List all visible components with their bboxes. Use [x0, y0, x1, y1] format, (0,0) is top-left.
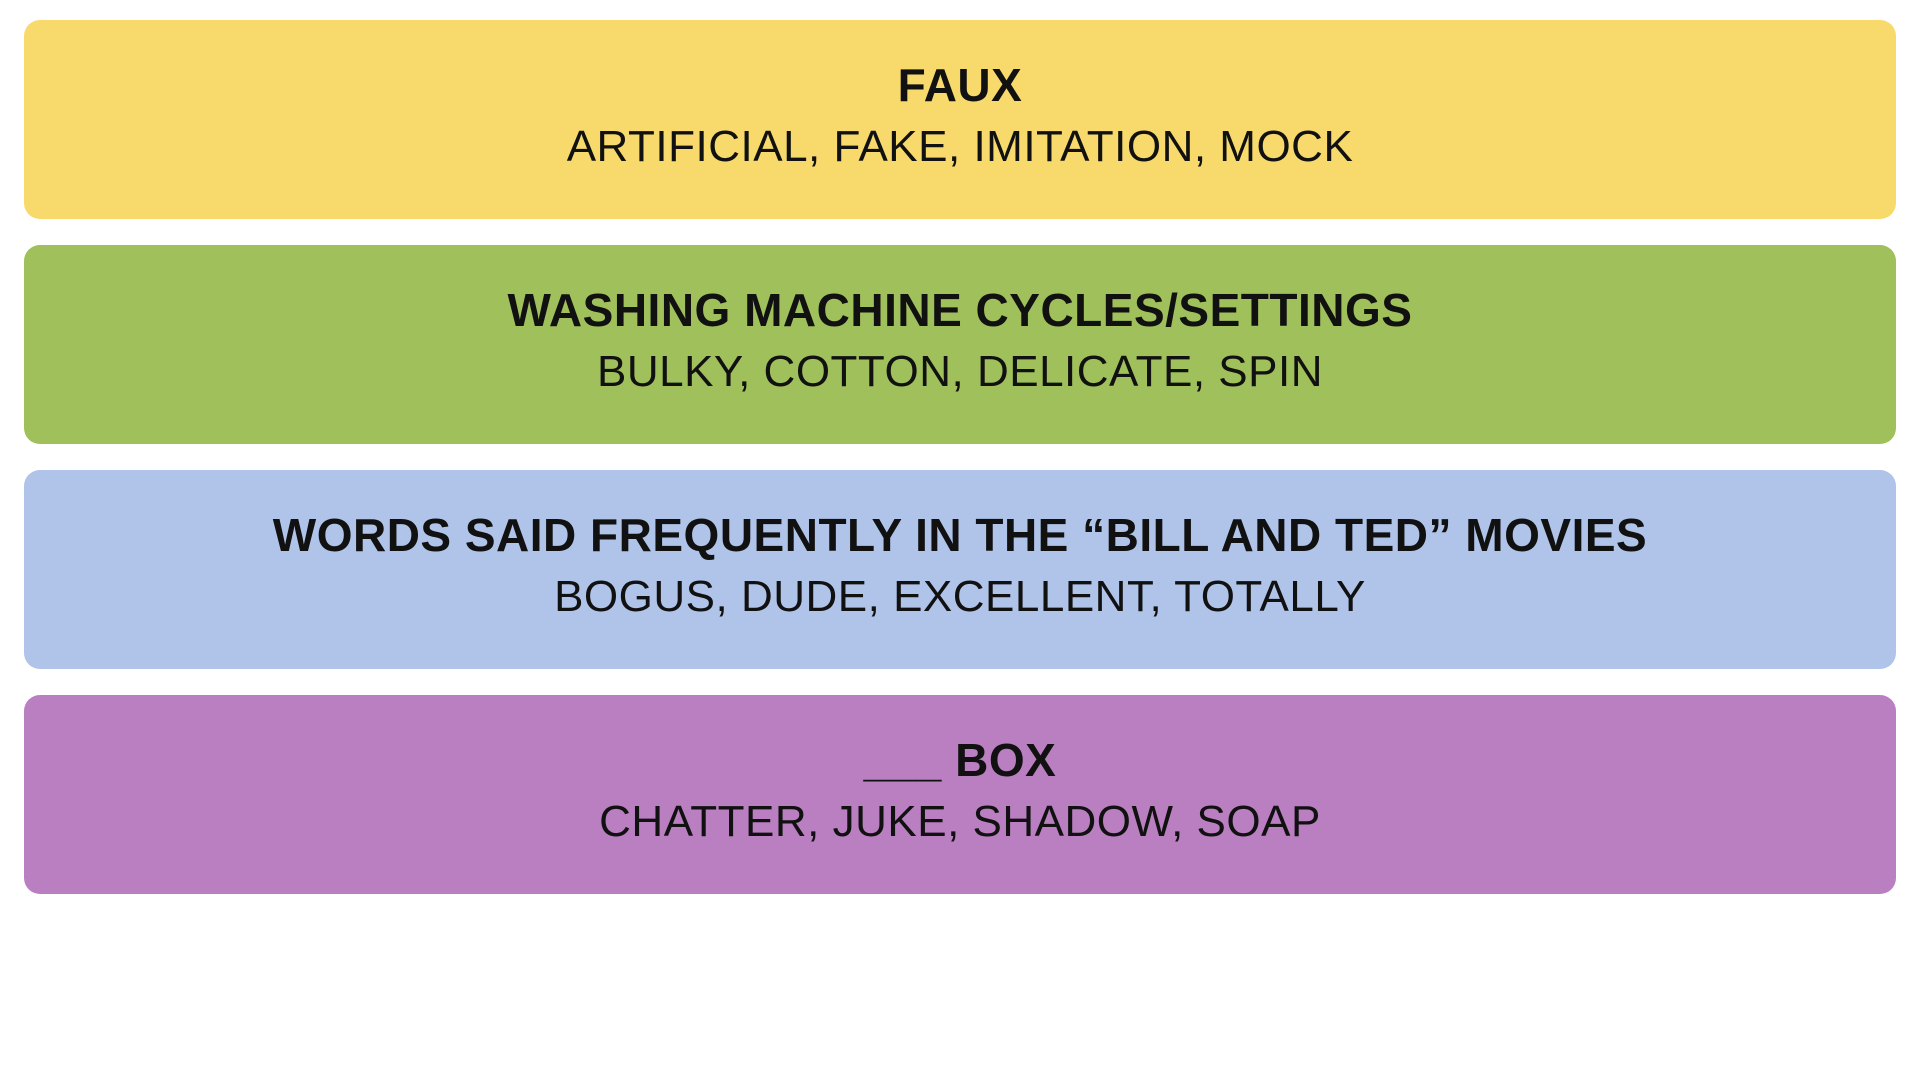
group-card-green: WASHING MACHINE CYCLES/SETTINGS BULKY, C…	[24, 245, 1896, 444]
answers-board: FAUX ARTIFICIAL, FAKE, IMITATION, MOCK W…	[0, 0, 1920, 914]
group-card-yellow: FAUX ARTIFICIAL, FAKE, IMITATION, MOCK	[24, 20, 1896, 219]
group-card-purple: ___ BOX CHATTER, JUKE, SHADOW, SOAP	[24, 695, 1896, 894]
group-title: ___ BOX	[54, 735, 1866, 786]
group-words: BOGUS, DUDE, EXCELLENT, TOTALLY	[54, 573, 1866, 621]
group-title: FAUX	[54, 60, 1866, 111]
group-words: BULKY, COTTON, DELICATE, SPIN	[54, 348, 1866, 396]
group-words: ARTIFICIAL, FAKE, IMITATION, MOCK	[54, 123, 1866, 171]
group-title: WORDS SAID FREQUENTLY IN THE “BILL AND T…	[54, 510, 1866, 561]
group-title: WASHING MACHINE CYCLES/SETTINGS	[54, 285, 1866, 336]
group-card-blue: WORDS SAID FREQUENTLY IN THE “BILL AND T…	[24, 470, 1896, 669]
group-words: CHATTER, JUKE, SHADOW, SOAP	[54, 798, 1866, 846]
